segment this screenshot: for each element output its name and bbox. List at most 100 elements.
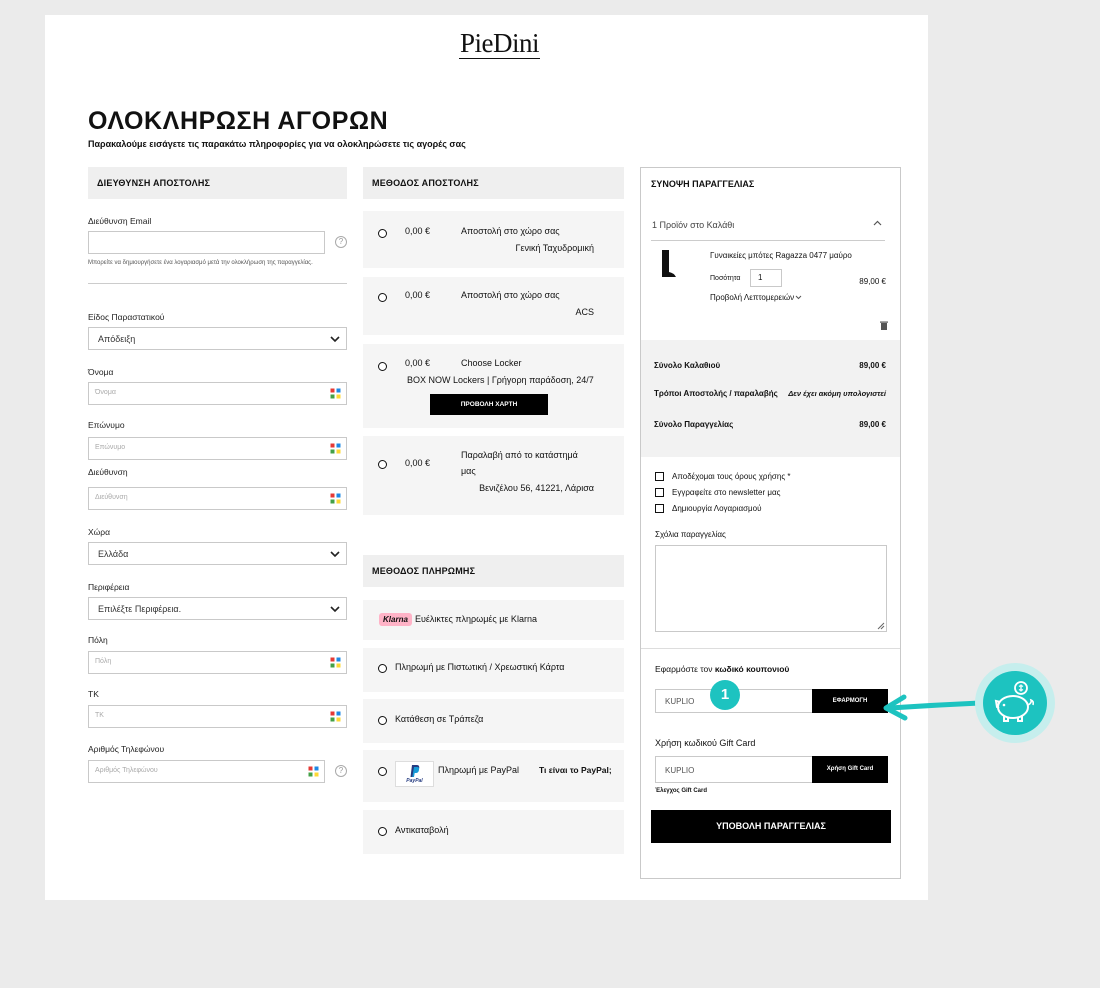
product-thumbnail[interactable]	[652, 248, 680, 280]
coupon-heading: Εφαρμόστε τον κωδικό κουπονιού	[655, 664, 789, 674]
shipping-cost-value: Δεν έχει ακόμη υπολογιστεί	[788, 389, 886, 398]
check-giftcard-link[interactable]: Έλεγχος Gift Card	[655, 788, 707, 794]
shipping-option-store-pickup[interactable]: 0,00 € Παραλαβή από το κατάστημά μας Βεν…	[363, 436, 624, 515]
firstname-placeholder: Όνομα	[95, 389, 116, 396]
zip-placeholder: ΤΚ	[95, 712, 104, 719]
lastname-label: Επώνυμο	[88, 420, 125, 430]
phone-help-icon[interactable]: ?	[335, 765, 347, 777]
product-price: 89,00 €	[859, 277, 886, 286]
autofill-icon[interactable]	[330, 443, 341, 454]
document-type-label: Είδος Παραστατικού	[88, 312, 165, 322]
shipping-price: 0,00 €	[405, 358, 431, 368]
order-comments-textarea[interactable]	[655, 545, 887, 632]
divider	[641, 648, 900, 649]
payment-radio[interactable]	[378, 716, 387, 725]
city-placeholder: Πόλη	[95, 658, 112, 665]
view-details-link[interactable]: Προβολή Λεπτομερειών	[710, 293, 794, 302]
email-label: Διεύθυνση Email	[88, 216, 152, 226]
email-note: Μπορείτε να δημιουργήσετε ένα λογαριασμό…	[88, 260, 313, 266]
autofill-icon[interactable]	[330, 493, 341, 504]
shipping-radio[interactable]	[378, 293, 387, 302]
terms-label[interactable]: Αποδέχομαι τους όρους χρήσης *	[672, 472, 791, 481]
payment-radio[interactable]	[378, 664, 387, 673]
totals-panel: Σύνολο Καλαθιού 89,00 € Τρόποι Αποστολής…	[641, 340, 900, 457]
chevron-up-icon[interactable]	[873, 220, 882, 227]
document-type-value: Απόδειξη	[98, 334, 136, 344]
newsletter-checkbox[interactable]	[655, 488, 664, 497]
show-map-button[interactable]: ΠΡΟΒΟΛΗ ΧΑΡΤΗ	[430, 394, 548, 415]
autofill-icon[interactable]	[330, 711, 341, 722]
paypal-logo-text: PayPal	[406, 778, 423, 784]
region-value: Επιλέξτε Περιφέρεια.	[98, 604, 182, 614]
paypal-info-link[interactable]: Τι είναι το PayPal;	[539, 765, 612, 775]
city-field[interactable]: Πόλη	[88, 651, 347, 674]
divider	[651, 240, 885, 241]
phone-placeholder: Αριθμός Τηλεφώνου	[95, 767, 158, 774]
cart-total-value: 89,00 €	[859, 361, 886, 370]
page-title: ΟΛΟΚΛΗΡΩΣΗ ΑΓΟΡΩΝ	[88, 107, 389, 135]
cod-label: Αντικαταβολή	[395, 825, 449, 835]
brand-logo[interactable]: PieDini	[459, 29, 541, 59]
shipping-radio[interactable]	[378, 362, 387, 371]
lastname-placeholder: Επώνυμο	[95, 444, 126, 451]
giftcard-input[interactable]: KUPLIO	[655, 756, 813, 783]
piggy-bank-icon	[994, 681, 1035, 722]
payment-option-paypal[interactable]: PayPal Πληρωμή με PayPal Τι είναι το Pay…	[363, 750, 624, 802]
autofill-icon[interactable]	[330, 657, 341, 668]
payment-radio[interactable]	[378, 767, 387, 776]
payment-radio[interactable]	[378, 827, 387, 836]
use-giftcard-button[interactable]: Χρήση Gift Card	[812, 756, 888, 783]
order-total-label: Σύνολο Παραγγελίας	[654, 420, 734, 429]
autofill-icon[interactable]	[330, 388, 341, 399]
card-label: Πληρωμή με Πιστωτική / Χρεωστική Κάρτα	[395, 662, 565, 672]
submit-order-button[interactable]: ΥΠΟΒΟΛΗ ΠΑΡΑΓΓΕΛΙΑΣ	[651, 810, 891, 843]
resize-handle-icon[interactable]	[877, 622, 885, 630]
shipping-title: Choose Locker	[461, 358, 522, 368]
firstname-field[interactable]: Όνομα	[88, 382, 347, 405]
piggy-bank-badge	[975, 663, 1055, 743]
apply-coupon-button[interactable]: ΕΦΑΡΜΟΓΗ	[812, 689, 888, 713]
shipping-radio[interactable]	[378, 229, 387, 238]
phone-label: Αριθμός Τηλεφώνου	[88, 744, 165, 754]
shipping-price: 0,00 €	[405, 226, 431, 236]
payment-option-klarna[interactable]: Klarna Ευέλικτες πληρωμές με Klarna	[363, 600, 624, 640]
checkout-page: PieDini ΟΛΟΚΛΗΡΩΣΗ ΑΓΟΡΩΝ Παρακαλούμε ει…	[45, 15, 928, 900]
payment-option-card[interactable]: Πληρωμή με Πιστωτική / Χρεωστική Κάρτα	[363, 648, 624, 692]
quantity-input[interactable]: 1	[750, 269, 782, 287]
autofill-icon[interactable]	[308, 766, 319, 777]
shipping-option-locker[interactable]: 0,00 € Choose Locker BOX NOW Lockers | Γ…	[363, 344, 624, 428]
lastname-field[interactable]: Επώνυμο	[88, 437, 347, 460]
email-help-icon[interactable]: ?	[335, 236, 347, 248]
quantity-label: Ποσότητα	[710, 275, 741, 282]
payment-method-heading: ΜΕΘΟΔΟΣ ΠΛΗΡΩΜΗΣ	[363, 555, 624, 587]
trash-icon[interactable]	[880, 321, 888, 330]
piggy-bank-circle	[983, 671, 1047, 735]
country-value: Ελλάδα	[98, 549, 129, 559]
create-account-checkbox[interactable]	[655, 504, 664, 513]
shipping-radio[interactable]	[378, 460, 387, 469]
email-field[interactable]	[88, 231, 325, 254]
shipping-option-acs[interactable]: 0,00 € Αποστολή στο χώρο σας ACS	[363, 277, 624, 335]
terms-checkbox[interactable]	[655, 472, 664, 481]
shipping-option-geniki[interactable]: 0,00 € Αποστολή στο χώρο σας Γενική Ταχυ…	[363, 211, 624, 268]
payment-option-bank[interactable]: Κατάθεση σε Τράπεζα	[363, 699, 624, 743]
product-name[interactable]: Γυναικείες μπότες Ragazza 0477 μαύρο	[710, 251, 852, 260]
paypal-logo: PayPal	[395, 761, 434, 787]
chevron-down-icon	[330, 336, 340, 343]
klarna-logo: Klarna	[379, 613, 412, 626]
shipping-method-heading: ΜΕΘΟΔΟΣ ΑΠΟΣΤΟΛΗΣ	[363, 167, 624, 199]
country-select[interactable]: Ελλάδα	[88, 542, 347, 565]
cart-count-toggle[interactable]: 1 Προϊόν στο Καλάθι	[652, 220, 734, 230]
pointer-arrow-icon	[883, 694, 983, 721]
zip-field[interactable]: ΤΚ	[88, 705, 347, 728]
phone-field[interactable]: Αριθμός Τηλεφώνου	[88, 760, 325, 783]
coupon-heading-prefix: Εφαρμόστε τον	[655, 664, 713, 674]
region-select[interactable]: Επιλέξτε Περιφέρεια.	[88, 597, 347, 620]
order-summary: ΣΥΝΟΨΗ ΠΑΡΑΓΓΕΛΙΑΣ 1 Προϊόν στο Καλάθι Γ…	[640, 167, 901, 879]
newsletter-label[interactable]: Εγγραφείτε στο newsletter μας	[672, 488, 780, 497]
chevron-down-icon[interactable]	[795, 295, 802, 300]
address-field[interactable]: Διεύθυνση	[88, 487, 347, 510]
create-account-label[interactable]: Δημιουργία Λογαριασμού	[672, 504, 761, 513]
payment-option-cod[interactable]: Αντικαταβολή	[363, 810, 624, 854]
document-type-select[interactable]: Απόδειξη	[88, 327, 347, 350]
